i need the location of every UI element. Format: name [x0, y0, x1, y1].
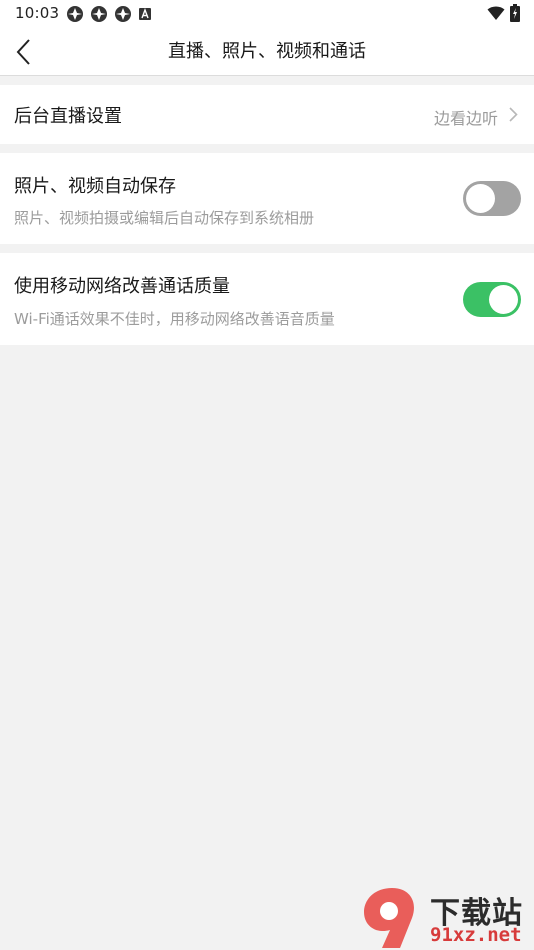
photo-autosave-setting: 照片、视频自动保存 照片、视频拍摄或编辑后自动保存到系统相册 — [0, 153, 534, 244]
mobile-network-call-toggle[interactable] — [463, 282, 521, 317]
status-time: 10:03 — [15, 4, 60, 22]
background-live-value: 边看边听 — [433, 109, 498, 128]
status-bar: 10:03 — [0, 0, 534, 28]
mobile-network-call-setting: 使用移动网络改善通话质量 Wi-Fi通话效果不佳时，用移动网络改善语音质量 — [0, 253, 534, 345]
notification-icons — [66, 5, 152, 23]
photo-autosave-desc: 照片、视频拍摄或编辑后自动保存到系统相册 — [14, 209, 315, 227]
mobile-network-call-desc: Wi-Fi通话效果不佳时，用移动网络改善语音质量 — [14, 310, 335, 328]
toggle-knob — [489, 285, 518, 314]
battery-charging-icon — [510, 4, 520, 22]
chevron-right-icon — [509, 107, 518, 122]
app-icon — [115, 6, 131, 22]
app-icon — [67, 6, 83, 22]
background-live-title: 后台直播设置 — [14, 106, 122, 127]
photo-autosave-toggle[interactable] — [463, 181, 521, 216]
background-live-setting[interactable]: 后台直播设置 边看边听 — [0, 85, 534, 144]
app-icon — [91, 6, 107, 22]
nav-bar: 直播、照片、视频和通话 — [0, 28, 534, 76]
watermark-logo-text: 9 — [358, 884, 368, 888]
photo-autosave-title: 照片、视频自动保存 — [14, 176, 176, 197]
mobile-network-call-title: 使用移动网络改善通话质量 — [14, 276, 230, 297]
watermark-logo: 9 — [358, 884, 414, 948]
back-arrow-icon — [16, 39, 30, 65]
page-title: 直播、照片、视频和通话 — [168, 41, 366, 62]
watermark-url: 91xz.net — [430, 924, 522, 946]
back-button[interactable] — [6, 32, 42, 72]
a-icon — [139, 8, 151, 20]
status-right-icons — [487, 4, 520, 22]
toggle-knob — [466, 184, 495, 213]
wifi-icon — [487, 6, 505, 20]
watermark: 9 下载站 91xz.net — [358, 884, 534, 950]
